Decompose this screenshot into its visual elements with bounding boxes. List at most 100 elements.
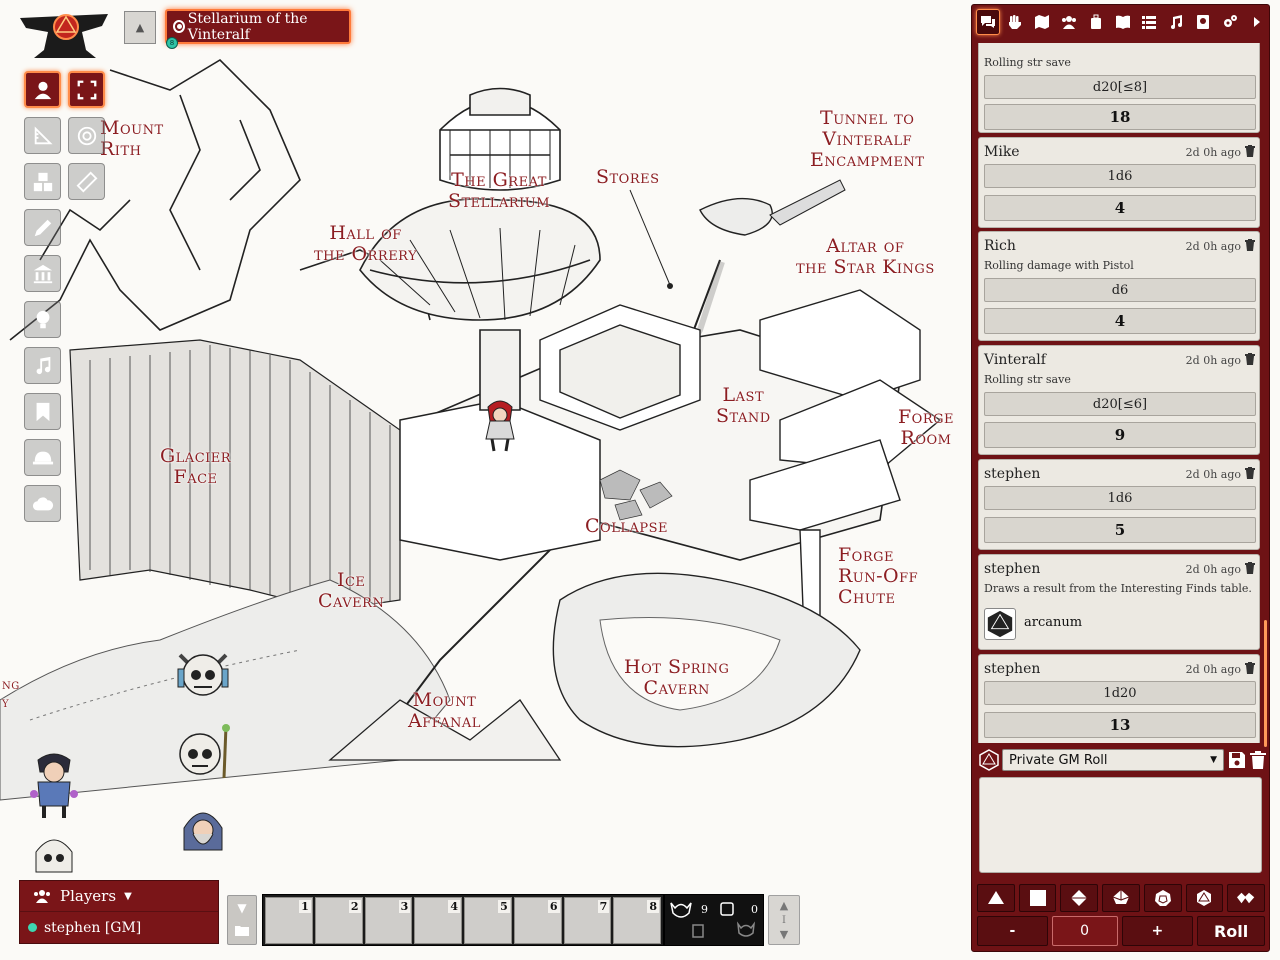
delete-message-trash-icon[interactable] [1245,662,1255,674]
tab-combat[interactable] [1003,9,1027,35]
chat-message[interactable]: stephen 2d 0h ago Draws a result from th… [978,554,1260,650]
d10-button[interactable] [1102,884,1140,912]
chat-message[interactable]: Rolling str save d20[≤8] 18 [978,43,1260,133]
app-logo-anvil-icon[interactable] [18,10,110,60]
d12-button[interactable] [1143,884,1182,912]
increase-modifier-button[interactable]: + [1121,916,1194,946]
tab-playlists[interactable] [1164,9,1188,35]
tab-chat[interactable] [976,9,1000,35]
chat-message[interactable]: Rich 2d 0h ago Rolling damage with Pisto… [978,231,1260,341]
scene-navigation-tab[interactable]: Stellarium of the Vinteralf [165,9,351,44]
players-list[interactable]: Players ▼ stephen [GM] [19,880,219,944]
tab-actors[interactable] [1057,9,1081,35]
tool-hard-hat[interactable] [24,439,61,476]
dice-total[interactable]: 18 [984,104,1256,130]
macro-slot[interactable]: 5 [464,897,512,944]
macro-slot[interactable]: 7 [563,897,612,944]
macro-slot[interactable]: 6 [513,897,562,944]
sidebar[interactable]: Rolling str save d20[≤8] 18 Mike 2d 0h a… [971,4,1270,952]
hotbar-page-controls[interactable]: ▲ I ▼ [768,895,800,945]
chevron-down-icon[interactable]: ▼ [237,901,246,915]
monster-macro-icon[interactable] [668,899,694,921]
save-icon[interactable] [1228,751,1246,769]
token-red-hooded-character[interactable] [478,395,522,453]
dice-total[interactable]: 5 [984,517,1256,543]
d8-button[interactable] [1060,884,1099,912]
delete-message-trash-icon[interactable] [1245,467,1255,479]
decrease-modifier-button[interactable]: - [977,916,1048,946]
tool-walls[interactable] [24,255,61,292]
d6-button[interactable] [1018,884,1057,912]
dice-total[interactable]: 4 [984,308,1256,334]
chevron-down-icon[interactable]: ▼ [780,928,788,941]
dice-total[interactable]: 9 [984,422,1256,448]
dice-formula[interactable]: d20[≤8] [984,75,1256,99]
chat-scrollbar[interactable] [1264,620,1267,747]
beast-macro-icon[interactable] [735,920,757,940]
tool-notes[interactable] [24,393,61,430]
clear-chat-trash-icon[interactable] [1250,751,1266,769]
tool-weather[interactable] [24,485,61,522]
dice-total[interactable]: 4 [984,195,1256,221]
dice-formula[interactable]: 1d6 [984,486,1256,510]
delete-message-trash-icon[interactable] [1245,562,1255,574]
tool-walls-measure[interactable] [68,163,105,200]
dice-formula[interactable]: d6 [984,278,1256,302]
d20-button[interactable] [1185,884,1224,912]
roll-mode-select[interactable]: Private GM Roll ▼ [1002,749,1224,771]
tool-tiles[interactable] [24,163,61,200]
tool-select-area[interactable] [68,71,105,108]
roll-button[interactable]: Roll [1197,916,1265,946]
players-header[interactable]: Players ▼ [20,881,218,912]
collapse-navigation-button[interactable]: ▲ [124,11,156,44]
delete-message-trash-icon[interactable] [1245,353,1255,365]
tab-collapse-sidebar[interactable] [1245,9,1269,35]
tab-settings[interactable] [1218,9,1242,35]
folder-icon[interactable] [235,924,249,939]
d100-button[interactable] [1227,884,1266,912]
tool-token-controls[interactable] [24,71,61,108]
tool-drawings[interactable] [24,209,61,246]
dice-formula[interactable]: d20[≤6] [984,392,1256,416]
player-row[interactable]: stephen [GM] [20,912,218,943]
tool-lighting[interactable] [24,301,61,338]
d20-roll-icon[interactable] [978,749,1000,771]
macro-slot[interactable]: 2 [314,897,363,944]
macro-slot[interactable]: 8 [613,897,661,944]
chat-message[interactable]: stephen 2d 0h ago 1d20 13 [978,654,1260,743]
delete-message-trash-icon[interactable] [1245,239,1255,251]
tool-sounds[interactable] [24,347,61,384]
token-skull-staff[interactable] [174,722,236,782]
tab-tables[interactable] [1137,9,1161,35]
macro-hotbar[interactable]: 1 2 3 4 5 6 7 8 [262,894,664,946]
chat-message[interactable]: Vinteralf 2d 0h ago Rolling str save d20… [978,345,1260,455]
token-hooded-dwarf[interactable] [176,802,230,862]
chat-message[interactable]: stephen 2d 0h ago 1d6 5 [978,459,1260,550]
modifier-value[interactable]: 0 [1051,916,1118,946]
tab-items[interactable] [1084,9,1108,35]
macro-slot[interactable]: 3 [364,897,413,944]
macro-slot[interactable]: 1 [265,897,313,944]
dice-total[interactable]: 13 [984,712,1256,738]
tab-compendium[interactable] [1191,9,1215,35]
hotbar-controls-left[interactable]: ▼ [227,895,257,945]
tool-templates[interactable] [68,117,105,154]
macro-hotbar-extra[interactable]: 9 0 [664,894,764,946]
chat-message[interactable]: Mike 2d 0h ago 1d6 4 [978,137,1260,228]
game-canvas[interactable]: Mount Rith The Great Stellarium Stores Tun… [0,0,1280,960]
d4-button[interactable] [977,884,1015,912]
token-white-haired-character[interactable] [30,832,78,880]
tool-measure[interactable] [24,117,61,154]
dice-formula[interactable]: 1d6 [984,164,1256,188]
token-dark-haired-character[interactable] [28,750,80,820]
tab-journal[interactable] [1111,9,1135,35]
macro-slot[interactable]: 4 [414,897,462,944]
dice-macro-icon[interactable] [719,901,735,917]
token-skull-horned[interactable] [172,645,234,705]
dice-formula[interactable]: 1d20 [984,681,1256,705]
tab-scenes[interactable] [1030,9,1054,35]
chat-log[interactable]: Rolling str save d20[≤8] 18 Mike 2d 0h a… [978,43,1262,743]
card-macro-icon[interactable] [691,923,705,939]
delete-message-trash-icon[interactable] [1245,145,1255,157]
chevron-up-icon[interactable]: ▲ [780,899,788,912]
